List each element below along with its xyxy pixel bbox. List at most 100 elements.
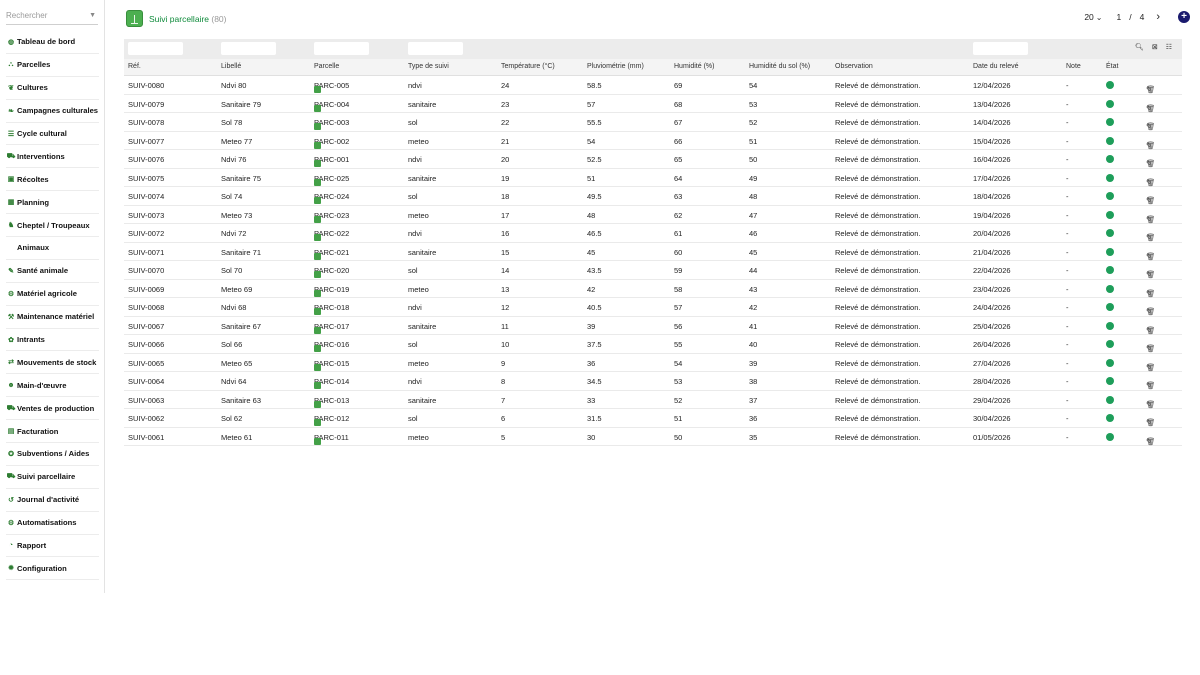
search-input[interactable]: [6, 11, 86, 20]
table-row[interactable]: SUIV-0063 Sanitaire 63 PARC-013 sanitaire 7 3…: [124, 391, 1182, 409]
table-row[interactable]: SUIV-0074 Sol 74 PARC-024 sol 18 49.5 63 48 Rele…: [124, 187, 1182, 206]
row-parcelle-link[interactable]: PARC-013: [314, 396, 349, 408]
row-ref-link[interactable]: SUIV-0065: [128, 359, 164, 368]
row-parcelle-link[interactable]: PARC-005: [314, 81, 349, 93]
row-ref-link[interactable]: SUIV-0074: [128, 192, 164, 201]
trash-icon[interactable]: 🗑︎: [1146, 178, 1156, 187]
row-ref-link[interactable]: SUIV-0067: [128, 322, 164, 331]
sidebar-item-20[interactable]: ↺ Journal d'activité: [6, 489, 99, 512]
sidebar-item-18[interactable]: ✪ Subventions / Aides: [6, 443, 99, 466]
search-icon[interactable]: 🔍︎: [1135, 43, 1144, 51]
row-ref-link[interactable]: SUIV-0064: [128, 377, 164, 386]
row-parcelle-link[interactable]: PARC-023: [314, 211, 349, 223]
table-row[interactable]: SUIV-0064 Ndvi 64 PARC-014 ndvi 8 34.5 53 38 Rel…: [124, 372, 1182, 391]
sidebar-item-5[interactable]: ⛟ Interventions: [6, 145, 99, 169]
sidebar-item-12[interactable]: ⚒ Maintenance matériel: [6, 306, 99, 329]
columns-icon[interactable]: ☷: [1166, 43, 1172, 51]
table-row[interactable]: SUIV-0071 Sanitaire 71 PARC-021 sanitaire 15…: [124, 243, 1182, 261]
column-header[interactable]: Observation: [835, 63, 873, 70]
trash-icon[interactable]: 🗑︎: [1146, 381, 1156, 390]
column-header[interactable]: Humidité du sol (%): [749, 63, 810, 70]
row-ref-link[interactable]: SUIV-0071: [128, 248, 164, 257]
add-record-button[interactable]: +: [1178, 11, 1190, 23]
trash-icon[interactable]: 🗑︎: [1146, 400, 1156, 409]
sidebar-item-16[interactable]: ⛟ Ventes de production: [6, 397, 99, 421]
trash-icon[interactable]: 🗑︎: [1146, 196, 1156, 205]
row-ref-link[interactable]: SUIV-0070: [128, 266, 164, 275]
trash-icon[interactable]: 🗑︎: [1146, 344, 1156, 353]
row-parcelle-link[interactable]: PARC-018: [314, 303, 349, 315]
filter-date-input[interactable]: [973, 42, 1028, 55]
table-row[interactable]: SUIV-0079 Sanitaire 79 PARC-004 sanitaire 23…: [124, 95, 1182, 113]
row-parcelle-link[interactable]: PARC-004: [314, 100, 349, 112]
trash-icon[interactable]: 🗑︎: [1146, 233, 1156, 242]
table-row[interactable]: SUIV-0067 Sanitaire 67 PARC-017 sanitaire 11…: [124, 317, 1182, 335]
sidebar-item-1[interactable]: ⛬ Parcelles: [6, 54, 99, 77]
row-ref-link[interactable]: SUIV-0077: [128, 137, 164, 146]
trash-icon[interactable]: 🗑︎: [1146, 104, 1156, 113]
sidebar-item-0[interactable]: ◍ Tableau de bord: [6, 31, 99, 54]
sidebar-item-3[interactable]: ❧ Campagnes culturales: [6, 100, 99, 123]
table-row[interactable]: SUIV-0068 Ndvi 68 PARC-018 ndvi 12 40.5 57 42 Re…: [124, 298, 1182, 317]
table-row[interactable]: SUIV-0077 Meteo 77 PARC-002 meteo 21 54 66 51 Re…: [124, 132, 1182, 150]
row-parcelle-link[interactable]: PARC-002: [314, 137, 349, 149]
row-parcelle-link[interactable]: PARC-022: [314, 229, 349, 241]
column-header[interactable]: Note: [1066, 63, 1081, 70]
column-header[interactable]: Libellé: [221, 63, 241, 70]
sidebar-item-6[interactable]: ▣ Récoltes: [6, 168, 99, 192]
table-row[interactable]: SUIV-0061 Meteo 61 PARC-011 meteo 5 30 50 35 Rel…: [124, 428, 1182, 446]
column-header[interactable]: Pluviométrie (mm): [587, 63, 644, 70]
row-ref-link[interactable]: SUIV-0075: [128, 174, 164, 183]
row-ref-link[interactable]: SUIV-0068: [128, 303, 164, 312]
trash-icon[interactable]: 🗑︎: [1146, 252, 1156, 261]
per-page-select[interactable]: 20 ⌄: [1084, 12, 1102, 22]
trash-icon[interactable]: 🗑︎: [1146, 159, 1156, 168]
table-row[interactable]: SUIV-0070 Sol 70 PARC-020 sol 14 43.5 59 44 Rele…: [124, 261, 1182, 280]
column-header[interactable]: Température (°C): [501, 63, 555, 70]
sidebar-item-23[interactable]: ✹ Configuration: [6, 557, 99, 581]
sidebar-item-22[interactable]: ◔ Rapport: [6, 535, 99, 558]
trash-icon[interactable]: 🗑︎: [1146, 85, 1156, 94]
sidebar-item-2[interactable]: ❦ Cultures: [6, 77, 99, 100]
row-ref-link[interactable]: SUIV-0061: [128, 433, 164, 442]
next-page-icon[interactable]: ›: [1156, 11, 1160, 23]
row-parcelle-link[interactable]: PARC-024: [314, 192, 349, 204]
sidebar-item-7[interactable]: ▦ Planning: [6, 191, 99, 215]
sidebar-item-17[interactable]: ▤ Facturation: [6, 420, 99, 444]
row-parcelle-link[interactable]: PARC-003: [314, 118, 349, 130]
row-ref-link[interactable]: SUIV-0072: [128, 229, 164, 238]
trash-icon[interactable]: 🗑︎: [1146, 363, 1156, 372]
sidebar-item-19[interactable]: ⛟ Suivi parcellaire: [6, 466, 99, 489]
row-ref-link[interactable]: SUIV-0062: [128, 414, 164, 423]
row-ref-link[interactable]: SUIV-0076: [128, 155, 164, 164]
filter-parcelle-input[interactable]: [314, 42, 369, 55]
sidebar-item-11[interactable]: ⚙ Matériel agricole: [6, 283, 99, 306]
row-parcelle-link[interactable]: PARC-011: [314, 433, 349, 445]
column-header[interactable]: Date du relevé: [973, 63, 1019, 70]
trash-icon[interactable]: 🗑︎: [1146, 437, 1156, 446]
trash-icon[interactable]: 🗑︎: [1146, 418, 1156, 427]
filter-type-input[interactable]: [408, 42, 463, 55]
filter-ref-input[interactable]: [128, 42, 183, 55]
row-parcelle-link[interactable]: PARC-014: [314, 377, 349, 389]
trash-icon[interactable]: 🗑︎: [1146, 289, 1156, 298]
trash-icon[interactable]: 🗑︎: [1146, 215, 1156, 224]
filter-libelle-input[interactable]: [221, 42, 276, 55]
row-parcelle-link[interactable]: PARC-016: [314, 340, 349, 352]
column-header[interactable]: Réf.: [128, 63, 141, 70]
row-ref-link[interactable]: SUIV-0069: [128, 285, 164, 294]
chevron-down-icon[interactable]: ▼: [89, 12, 96, 19]
table-row[interactable]: SUIV-0065 Meteo 65 PARC-015 meteo 9 36 54 39 Rel…: [124, 354, 1182, 372]
row-parcelle-link[interactable]: PARC-025: [314, 174, 349, 186]
sidebar-item-15[interactable]: ☻ Main-d'œuvre: [6, 374, 99, 398]
table-row[interactable]: SUIV-0073 Meteo 73 PARC-023 meteo 17 48 62 47 Re…: [124, 206, 1182, 224]
row-parcelle-link[interactable]: PARC-015: [314, 359, 349, 371]
table-row[interactable]: SUIV-0076 Ndvi 76 PARC-001 ndvi 20 52.5 65 50 Re…: [124, 150, 1182, 169]
table-row[interactable]: SUIV-0080 Ndvi 80 PARC-005 ndvi 24 58.5 69 54 Re…: [124, 76, 1182, 95]
column-header[interactable]: Humidité (%): [674, 63, 714, 70]
table-row[interactable]: SUIV-0066 Sol 66 PARC-016 sol 10 37.5 55 40 Rele…: [124, 335, 1182, 354]
sidebar-item-4[interactable]: ☰ Cycle cultural: [6, 123, 99, 146]
row-parcelle-link[interactable]: PARC-001: [314, 155, 349, 167]
table-row[interactable]: SUIV-0072 Ndvi 72 PARC-022 ndvi 16 46.5 61 46 Re…: [124, 224, 1182, 243]
row-ref-link[interactable]: SUIV-0066: [128, 340, 164, 349]
